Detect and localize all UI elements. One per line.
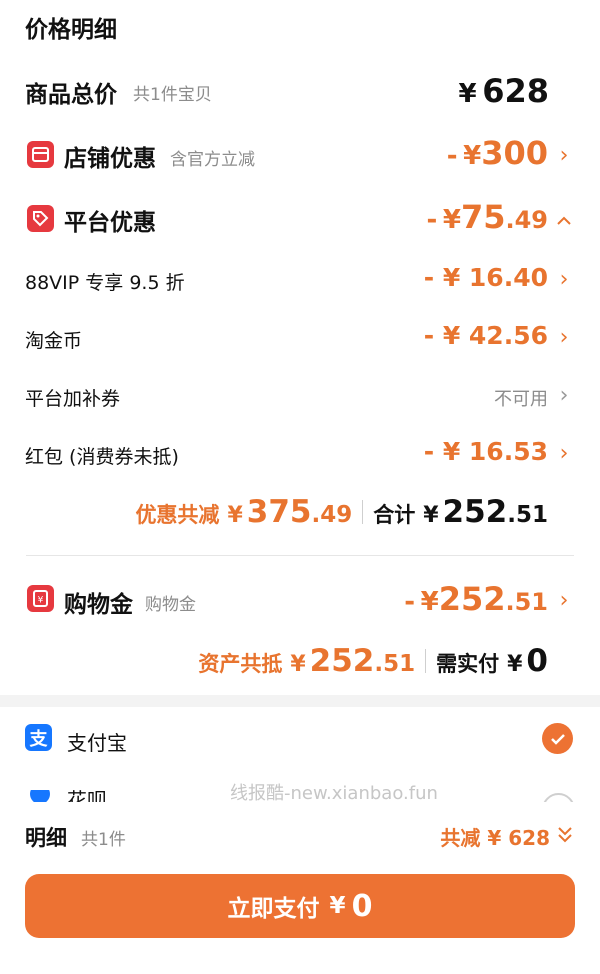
chevron-right-icon[interactable]: › bbox=[557, 143, 571, 168]
asset-summary: 资产共抵 ¥ 252 .51 需实付 ¥ 0 bbox=[198, 643, 548, 679]
store-discount-label: 店铺优惠 bbox=[64, 146, 156, 172]
huabei-icon bbox=[30, 790, 50, 802]
sub-item-taojinbi-value[interactable]: - ¥ 42.56 bbox=[424, 321, 548, 350]
goods-total-label: 商品总价 bbox=[25, 82, 117, 108]
chevron-right-icon[interactable]: › bbox=[557, 441, 571, 466]
sub-item-redpacket-value[interactable]: - ¥ 16.53 bbox=[424, 437, 548, 466]
chevron-right-icon[interactable]: › bbox=[557, 325, 571, 350]
sub-item-88vip-value[interactable]: - ¥ 16.40 bbox=[424, 263, 548, 292]
chevron-right-icon[interactable]: › bbox=[557, 383, 571, 408]
page-title: 价格明细 bbox=[25, 17, 117, 43]
footer-detail-sub: 共1件 bbox=[81, 830, 126, 850]
double-chevron-down-icon[interactable] bbox=[557, 826, 573, 848]
store-discount-amount[interactable]: - ¥300 bbox=[447, 134, 548, 172]
chevron-right-icon[interactable]: › bbox=[557, 588, 571, 613]
discount-summary-amount: 375 bbox=[246, 494, 312, 530]
section-divider bbox=[26, 555, 574, 556]
asset-summary-label: 资产共抵 bbox=[198, 652, 283, 676]
sub-item-coupon-value: 不可用 bbox=[494, 389, 548, 410]
tag-icon bbox=[27, 205, 54, 232]
pay-due-amount: 0 bbox=[526, 643, 548, 679]
radio-icon[interactable] bbox=[542, 793, 575, 802]
chevron-up-icon[interactable] bbox=[557, 207, 571, 232]
asset-summary-amount: 252 bbox=[309, 643, 375, 679]
pay-now-button[interactable]: 立即支付 ¥ 0 bbox=[25, 874, 575, 938]
sub-item-coupon-label: 平台加补券 bbox=[25, 388, 121, 410]
pay-button-amount: 0 bbox=[351, 888, 373, 924]
goods-total-amount: ¥ 628 bbox=[458, 72, 549, 110]
payment-method-2-label: 花呗 bbox=[67, 790, 107, 802]
chevron-right-icon[interactable]: › bbox=[557, 267, 571, 292]
discount-summary: 优惠共减 ¥ 375 .49 合计 ¥ 252 .51 bbox=[135, 494, 548, 530]
alipay-icon: 支 bbox=[25, 724, 52, 751]
total-amount: 252 bbox=[442, 494, 508, 530]
total-label: 合计 bbox=[373, 503, 416, 527]
discount-summary-label: 优惠共减 bbox=[135, 503, 220, 527]
section-gap bbox=[0, 695, 600, 707]
summary-separator bbox=[362, 500, 364, 524]
store-icon bbox=[27, 141, 54, 168]
platform-discount-label: 平台优惠 bbox=[64, 210, 156, 236]
footer-saved[interactable]: 共减 ¥ 628 bbox=[440, 822, 550, 851]
sub-item-taojinbi-label: 淘金币 bbox=[25, 330, 83, 352]
sub-item-88vip-label: 88VIP 专享 9.5 折 bbox=[25, 272, 185, 294]
summary-separator bbox=[425, 649, 427, 673]
platform-discount-amount[interactable]: - ¥75.49 bbox=[426, 198, 548, 236]
payment-method-label[interactable]: 支付宝 bbox=[67, 727, 127, 756]
svg-text:¥: ¥ bbox=[38, 596, 44, 606]
store-discount-sub: 含官方立减 bbox=[170, 150, 255, 170]
goods-total-sub: 共1件宝贝 bbox=[133, 85, 212, 105]
pay-button-label: 立即支付 bbox=[227, 896, 320, 922]
footer-detail-label[interactable]: 明细 bbox=[25, 822, 67, 852]
sub-item-redpacket-label: 红包 (消费券未抵) bbox=[25, 446, 179, 468]
shopping-gold-sub: 购物金 bbox=[145, 595, 196, 615]
check-icon[interactable] bbox=[542, 723, 573, 754]
pay-due-label: 需实付 bbox=[436, 652, 500, 676]
shopping-gold-amount[interactable]: - ¥252.51 bbox=[404, 580, 548, 618]
shopping-gold-icon: ¥ bbox=[27, 585, 54, 612]
shopping-gold-label: 购物金 bbox=[64, 592, 133, 618]
